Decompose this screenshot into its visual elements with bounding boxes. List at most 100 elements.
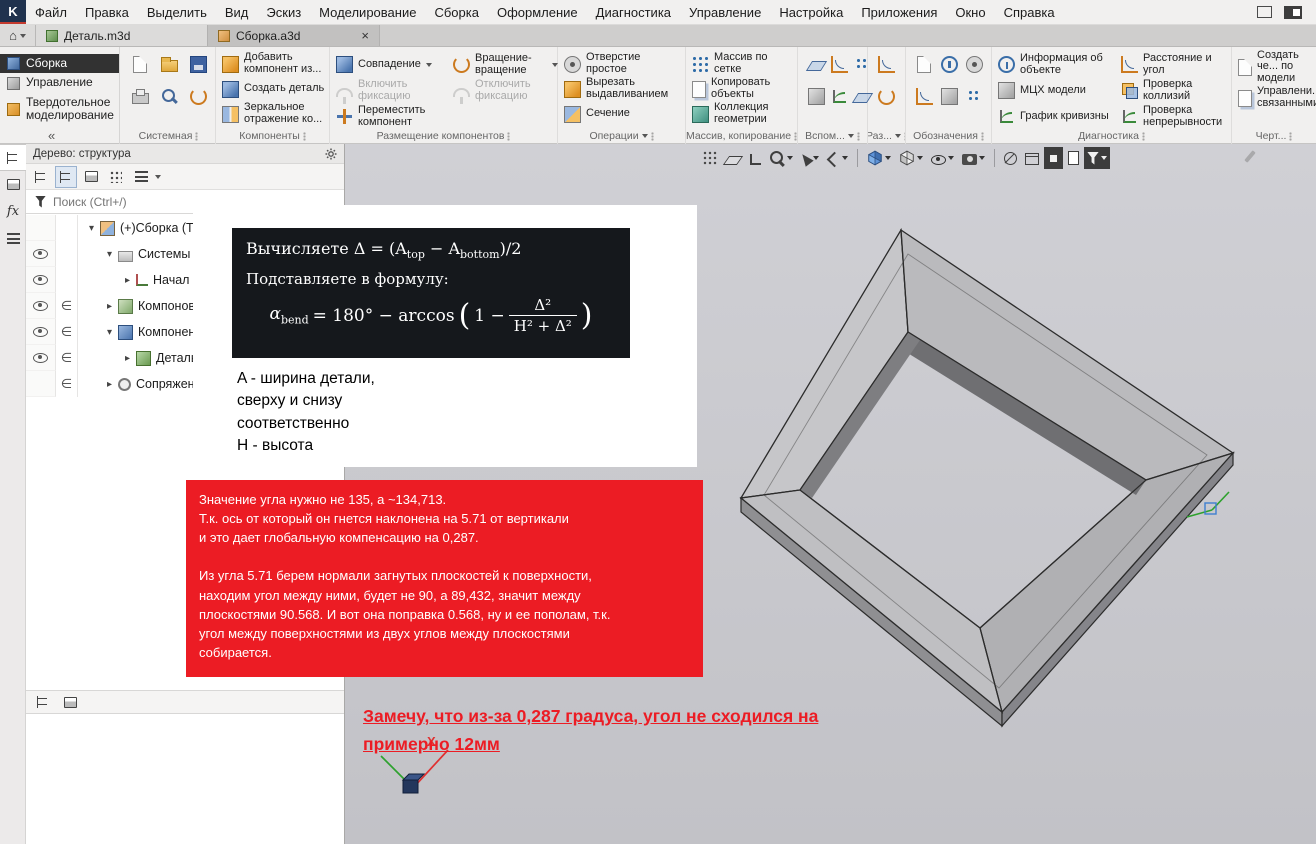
construction-planes-button[interactable]: [723, 147, 743, 169]
variables-panel-button[interactable]: fx: [0, 198, 26, 225]
coincide-button[interactable]: Совпадение: [336, 52, 452, 77]
geometry-collection-button[interactable]: Коллекция геометрии: [692, 102, 793, 126]
tree-composition-button[interactable]: [130, 166, 152, 188]
cut-extrude-button[interactable]: Вырезать выдавливанием: [564, 77, 681, 101]
tree-grouping-button[interactable]: [105, 166, 127, 188]
menu-item-view[interactable]: Вид: [216, 0, 258, 24]
print-preview-button[interactable]: [157, 84, 181, 108]
viewport-layout-button[interactable]: [1022, 147, 1042, 169]
datum-button[interactable]: [937, 52, 961, 76]
expander-icon[interactable]: ▸: [102, 301, 117, 312]
visibility-cell[interactable]: [26, 241, 56, 267]
menu-item-help[interactable]: Справка: [995, 0, 1064, 24]
menu-item-diagnostics[interactable]: Диагностика: [587, 0, 680, 24]
mirror-components-button[interactable]: Зеркальное отражение ко...: [222, 102, 325, 126]
tolerance-button[interactable]: [937, 84, 961, 108]
roughness-button[interactable]: [912, 84, 936, 108]
visibility-cell[interactable]: [26, 345, 56, 371]
add-component-button[interactable]: Добавить компонент из...: [222, 52, 325, 76]
parameters-panel-button[interactable]: [0, 171, 26, 198]
expander-icon[interactable]: ▸: [120, 353, 135, 364]
visibility-cell[interactable]: [26, 371, 56, 397]
screen-layout-icon[interactable]: [1284, 6, 1302, 19]
tree-item-label[interactable]: Компонент: [138, 325, 201, 339]
relations-panel-button[interactable]: [59, 691, 81, 713]
tree-item-label[interactable]: (+)Сборка (Те: [120, 221, 200, 235]
tab-assembly-a3d[interactable]: Сборка.a3d ×: [208, 25, 380, 46]
visibility-cell[interactable]: [26, 215, 56, 241]
menu-item-settings[interactable]: Настройка: [770, 0, 852, 24]
app-logo[interactable]: K: [0, 0, 26, 24]
create-part-button[interactable]: Создать деталь: [222, 77, 325, 101]
menu-item-modeling[interactable]: Моделирование: [310, 0, 425, 24]
curvature-graph-button[interactable]: График кривизны: [998, 104, 1120, 129]
workspace-button[interactable]: [1044, 147, 1063, 169]
collapse-ribbon-icon[interactable]: «: [48, 128, 55, 143]
tree-panel-button[interactable]: [0, 144, 26, 171]
tree-item-label[interactable]: Начал: [153, 273, 189, 287]
menu-item-layout[interactable]: Оформление: [488, 0, 587, 24]
maximize-window-icon[interactable]: [1257, 6, 1272, 18]
tree-structure-view-button[interactable]: [55, 166, 77, 188]
menu-item-file[interactable]: Файл: [26, 0, 76, 24]
menu-item-window[interactable]: Окно: [946, 0, 994, 24]
collision-check-button[interactable]: Проверка коллизий: [1121, 78, 1233, 103]
axis-button[interactable]: [827, 52, 851, 76]
continuity-check-button[interactable]: Проверка непрерывности: [1121, 104, 1233, 129]
mode-solid-modeling[interactable]: Твердотельное моделирование: [0, 93, 119, 126]
filter-button[interactable]: [1084, 147, 1110, 169]
polyline-button[interactable]: [827, 84, 851, 108]
messages-panel-button[interactable]: [0, 225, 26, 252]
visibility-cell[interactable]: [26, 293, 56, 319]
visibility-cell[interactable]: [26, 267, 56, 293]
expander-icon[interactable]: ▾: [84, 223, 99, 234]
copy-objects-button[interactable]: Копировать объекты: [692, 77, 793, 101]
hide-show-button[interactable]: [928, 147, 957, 169]
local-cs-button[interactable]: [804, 84, 828, 108]
plane-button[interactable]: [804, 52, 828, 76]
object-info-button[interactable]: Информация об объекте: [998, 52, 1120, 77]
menu-item-sketch[interactable]: Эскиз: [257, 0, 310, 24]
menu-item-applications[interactable]: Приложения: [852, 0, 946, 24]
print-button[interactable]: [128, 84, 152, 108]
orientation-button[interactable]: [864, 147, 894, 169]
zoom-button[interactable]: [766, 147, 796, 169]
mass-properties-button[interactable]: МЦХ модели: [998, 78, 1120, 103]
simple-hole-button[interactable]: Отверстие простое: [564, 52, 681, 76]
open-document-button[interactable]: [157, 52, 181, 76]
section-button[interactable]: Сечение: [564, 102, 681, 126]
caret-down-icon[interactable]: [155, 175, 161, 179]
expander-icon[interactable]: ▾: [102, 327, 117, 338]
grid-snap-button[interactable]: [700, 147, 721, 169]
visibility-cell[interactable]: [26, 319, 56, 345]
new-document-button[interactable]: [128, 52, 152, 76]
expander-icon[interactable]: ▸: [102, 379, 117, 390]
menu-item-edit[interactable]: Правка: [76, 0, 138, 24]
grid-pattern-button[interactable]: Массив по сетке: [692, 52, 793, 76]
rotate-rotate-button[interactable]: Вращение-вращение: [453, 52, 559, 77]
dimension-button[interactable]: [874, 52, 898, 76]
section-view-button[interactable]: [1001, 147, 1020, 169]
mode-management[interactable]: Управление: [0, 73, 119, 92]
menu-item-select[interactable]: Выделить: [138, 0, 216, 24]
expander-icon[interactable]: ▾: [102, 249, 117, 260]
tab-detail-m3d[interactable]: Деталь.m3d: [36, 25, 208, 46]
gear-icon[interactable]: [325, 148, 337, 160]
home-button[interactable]: ⌂: [0, 25, 36, 46]
move-component-button[interactable]: Переместить компонент: [336, 104, 452, 129]
expander-icon[interactable]: ▸: [120, 275, 135, 286]
clip-view-button[interactable]: [959, 147, 988, 169]
menu-item-management[interactable]: Управление: [680, 0, 770, 24]
annotations-button[interactable]: [1065, 147, 1082, 169]
close-tab-icon[interactable]: ×: [353, 28, 369, 43]
manage-linked-button[interactable]: Управлени... связанными: [1238, 83, 1312, 113]
undo-button[interactable]: [186, 84, 210, 108]
marker-button[interactable]: [962, 84, 986, 108]
distance-angle-button[interactable]: Расстояние и угол: [1121, 52, 1233, 77]
rotate-view-button[interactable]: [824, 147, 851, 169]
pan-button[interactable]: [798, 147, 822, 169]
angle-dimension-button[interactable]: [874, 84, 898, 108]
tree-relations-button[interactable]: [80, 166, 102, 188]
menu-item-assembly[interactable]: Сборка: [425, 0, 488, 24]
save-document-button[interactable]: [186, 52, 210, 76]
